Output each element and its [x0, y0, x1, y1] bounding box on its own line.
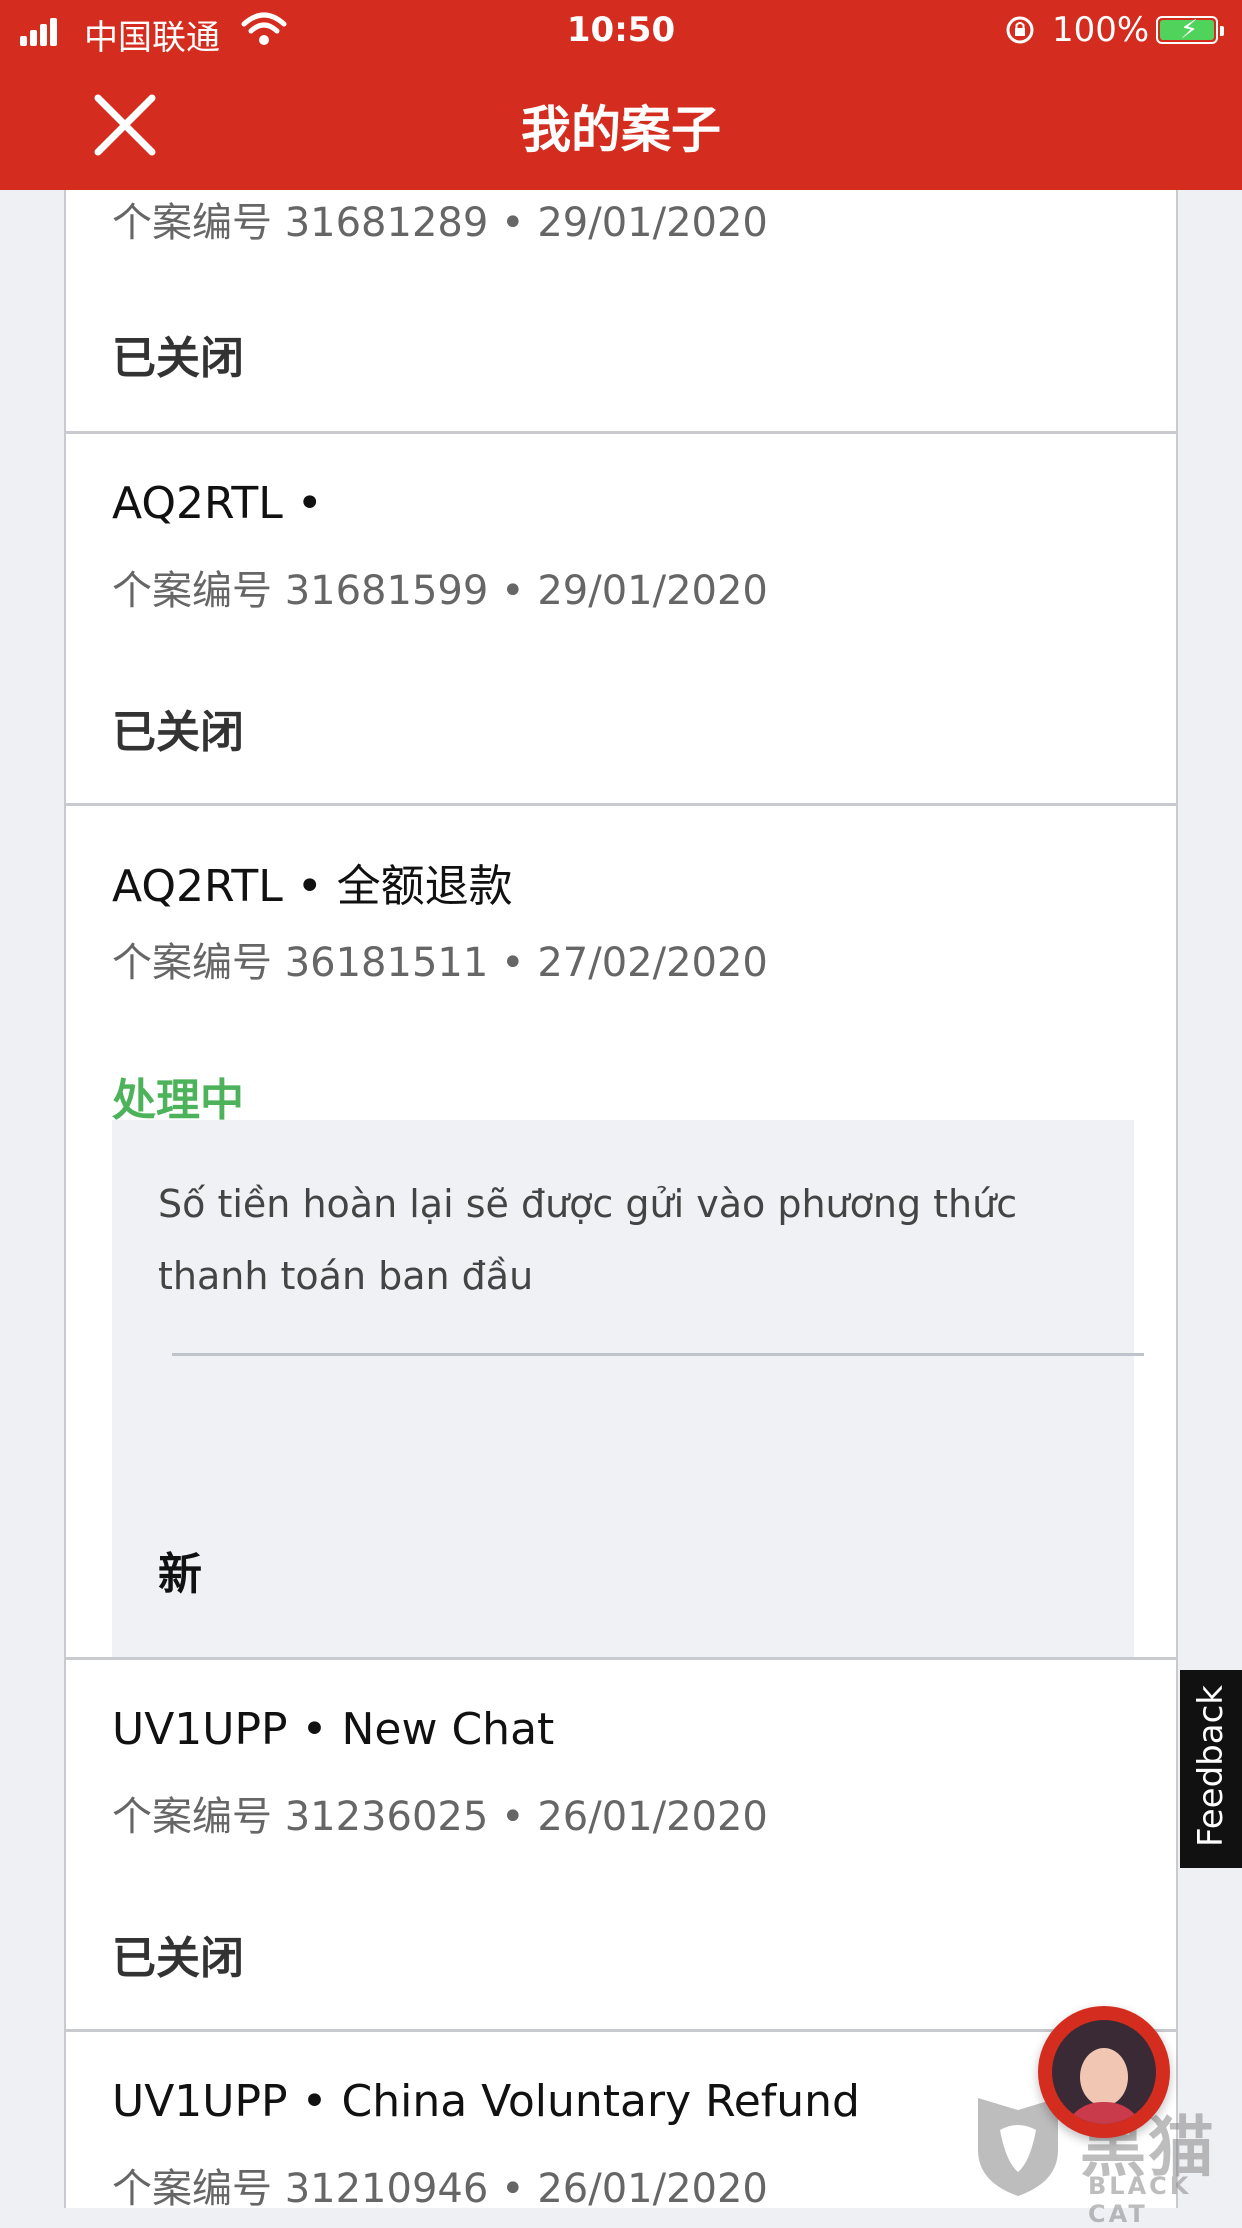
- case-meta: 个案编号 31210946 • 26/01/2020: [112, 2166, 768, 2208]
- case-title: AQ2RTL • 全额退款: [112, 861, 513, 912]
- case-title: UV1UPP • New Chat: [112, 1704, 555, 1755]
- message-text: Số tiền hoàn lại sẽ được gửi vào phương …: [158, 1182, 1018, 1298]
- case-message[interactable]: Số tiền hoàn lại sẽ được gửi vào phương …: [112, 1120, 1144, 1660]
- status-bar: 中国联通 10:50 100% ⚡: [0, 0, 1242, 62]
- case-card[interactable]: AQ2RTL • 个案编号 31681599 • 29/01/2020 已关闭: [64, 434, 1178, 806]
- case-meta: 个案编号 31236025 • 26/01/2020: [112, 1794, 768, 1840]
- feedback-label: Feedback: [1191, 1685, 1231, 1847]
- case-status: 已关闭: [112, 333, 244, 384]
- message-new-label: 新: [158, 1549, 202, 1600]
- watermark-en: BLACK CAT: [1088, 2172, 1192, 2228]
- page-title: 我的案子: [521, 101, 721, 159]
- case-card[interactable]: AQ2RTL • 全额退款 个案编号 36181511 • 27/02/2020…: [64, 806, 1178, 1660]
- battery-icon: ⚡: [1156, 15, 1224, 45]
- orientation-lock-icon: [1006, 16, 1034, 44]
- battery-percent: 100%: [1052, 10, 1150, 50]
- case-meta: 个案编号 31681289 • 29/01/2020: [112, 200, 768, 246]
- case-status: 处理中: [112, 1075, 244, 1126]
- case-title: UV1UPP • China Voluntary Refund: [112, 2076, 860, 2127]
- case-status: 已关闭: [112, 707, 244, 758]
- case-card[interactable]: UV1UPP • New Chat 个案编号 31236025 • 26/01/…: [64, 1660, 1178, 2032]
- case-list: 个案编号 31681289 • 29/01/2020 已关闭 AQ2RTL • …: [64, 190, 1178, 2208]
- case-status: 已关闭: [112, 1933, 244, 1984]
- avatar: [1052, 2020, 1156, 2124]
- case-title: AQ2RTL •: [112, 478, 323, 529]
- top-bar: 中国联通 10:50 100% ⚡ 我的案子: [0, 0, 1242, 190]
- case-meta: 个案编号 31681599 • 29/01/2020: [112, 568, 768, 614]
- chat-assistant-button[interactable]: [1038, 2006, 1170, 2138]
- feedback-tab[interactable]: Feedback: [1180, 1670, 1242, 1868]
- case-meta: 个案编号 36181511 • 27/02/2020: [112, 940, 768, 986]
- message-divider: [172, 1353, 1144, 1356]
- case-card[interactable]: 个案编号 31681289 • 29/01/2020 已关闭: [64, 190, 1178, 434]
